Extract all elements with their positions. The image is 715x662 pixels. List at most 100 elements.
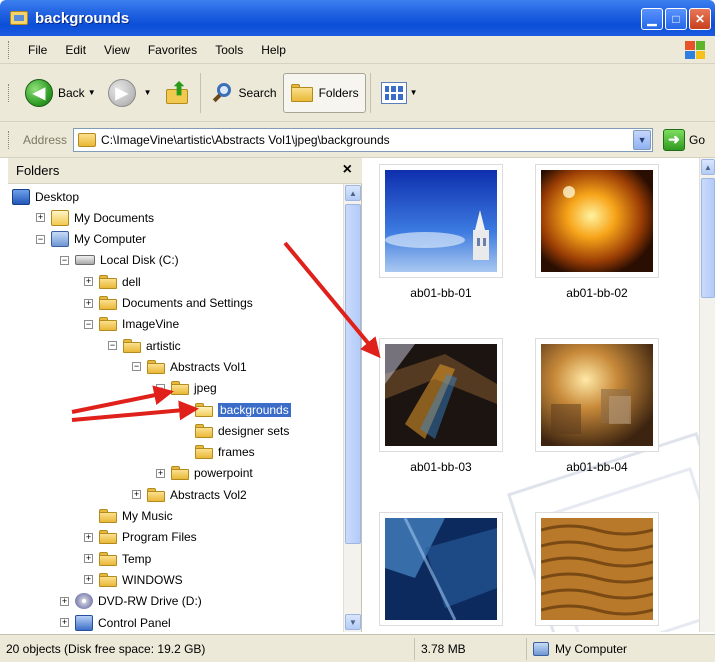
scroll-up-button[interactable]: ▲ bbox=[701, 159, 715, 175]
tree-item-label: artistic bbox=[146, 338, 181, 353]
back-arrow-icon: ◀ bbox=[25, 78, 53, 107]
tree-item-frames[interactable]: frames bbox=[180, 442, 255, 463]
collapse-icon[interactable]: − bbox=[36, 234, 45, 244]
close-button[interactable]: ✕ bbox=[689, 8, 711, 30]
toolbar-grip[interactable] bbox=[8, 40, 11, 59]
tree-item-abstracts-vol1[interactable]: − Abstracts Vol1 bbox=[132, 356, 247, 377]
tree-item-label: My Computer bbox=[74, 232, 147, 247]
blue-panels-image bbox=[385, 518, 497, 620]
tree-item-my-music[interactable]: My Music bbox=[84, 506, 173, 527]
expand-icon[interactable]: + bbox=[132, 490, 141, 500]
tree-item-documents-and-settings[interactable]: + Documents and Settings bbox=[84, 293, 253, 314]
expand-icon[interactable]: + bbox=[84, 554, 93, 564]
tree-item-local-disk-c[interactable]: − Local Disk (C:) bbox=[60, 250, 179, 271]
up-button[interactable]: ⬆ bbox=[158, 73, 196, 113]
dvd-drive-icon bbox=[75, 593, 93, 610]
scroll-thumb[interactable] bbox=[701, 178, 715, 298]
tree-item-label: powerpoint bbox=[194, 466, 253, 481]
toolbar-grip[interactable] bbox=[8, 130, 11, 149]
close-pane-button[interactable]: × bbox=[343, 161, 352, 179]
folders-icon bbox=[290, 83, 314, 103]
title-bar[interactable]: backgrounds ▁ □ ✕ bbox=[0, 0, 715, 36]
expand-icon[interactable]: + bbox=[60, 596, 69, 606]
thumbnail-label[interactable]: ab01-bb-01 bbox=[379, 286, 503, 300]
thumbnail-label[interactable]: ab01-bb-04 bbox=[535, 460, 659, 474]
address-field[interactable]: C:\ImageVine\artistic\Abstracts Vol1\jpe… bbox=[73, 127, 654, 152]
thumbnail-label[interactable]: ab01-bb-02 bbox=[535, 286, 659, 300]
tree-item-my-documents[interactable]: + My Documents bbox=[36, 207, 154, 228]
scroll-thumb[interactable] bbox=[345, 204, 361, 544]
thumbnail-ab01-bb-02[interactable] bbox=[535, 164, 659, 278]
thumbnail-label[interactable]: ab01-bb-03 bbox=[379, 460, 503, 474]
tree-item-dell[interactable]: + dell bbox=[84, 271, 141, 292]
collapse-icon[interactable]: − bbox=[156, 383, 165, 393]
tree-item-imagevine[interactable]: − ImageVine bbox=[84, 314, 179, 335]
forward-dropdown-icon[interactable]: ▼ bbox=[144, 88, 152, 97]
address-dropdown-button[interactable]: ▼ bbox=[633, 129, 652, 150]
thumbnail-ab01-bb-01[interactable] bbox=[379, 164, 503, 278]
back-button[interactable]: ◀ Back ▼ bbox=[19, 73, 102, 113]
tree-item-label: jpeg bbox=[194, 381, 217, 396]
folder-icon bbox=[99, 317, 117, 332]
menu-tools[interactable]: Tools bbox=[206, 43, 252, 57]
expand-icon[interactable]: + bbox=[84, 298, 93, 308]
expand-icon[interactable]: + bbox=[156, 468, 165, 478]
scroll-up-button[interactable]: ▲ bbox=[345, 185, 361, 201]
menu-view[interactable]: View bbox=[95, 43, 139, 57]
tree-item-windows[interactable]: + WINDOWS bbox=[84, 569, 183, 590]
thumbnail-ab01-bb-04[interactable] bbox=[535, 338, 659, 452]
folders-button[interactable]: Folders bbox=[282, 72, 366, 113]
folder-tree-scrollbar[interactable]: ▲ ▼ bbox=[343, 184, 361, 632]
expand-icon[interactable]: + bbox=[84, 532, 93, 542]
menu-file[interactable]: File bbox=[19, 43, 56, 57]
collapse-icon[interactable]: − bbox=[108, 341, 117, 351]
tree-item-backgrounds[interactable]: backgrounds bbox=[180, 399, 291, 420]
folder-icon bbox=[99, 274, 117, 289]
folder-icon bbox=[78, 132, 97, 147]
menu-favorites[interactable]: Favorites bbox=[139, 43, 206, 57]
tree-item-designer-sets[interactable]: designer sets bbox=[180, 420, 289, 441]
tree-item-desktop[interactable]: Desktop bbox=[12, 186, 79, 207]
tree-item-temp[interactable]: + Temp bbox=[84, 548, 151, 569]
tree-item-my-computer[interactable]: − My Computer bbox=[36, 229, 146, 250]
thumbnail-ab01-bb-03[interactable] bbox=[379, 338, 503, 452]
expand-icon[interactable]: + bbox=[84, 277, 93, 287]
collapse-icon[interactable]: − bbox=[84, 319, 93, 329]
tree-item-dvd-rw-drive-d[interactable]: + DVD-RW Drive (D:) bbox=[60, 591, 202, 612]
maximize-button[interactable]: □ bbox=[665, 8, 687, 30]
thumbnail-blue-panels[interactable] bbox=[379, 512, 503, 626]
toolbar-grip[interactable] bbox=[8, 83, 11, 102]
expand-icon[interactable]: + bbox=[60, 618, 69, 627]
menu-help[interactable]: Help bbox=[252, 43, 295, 57]
minimize-button[interactable]: ▁ bbox=[641, 8, 663, 30]
back-dropdown-icon[interactable]: ▼ bbox=[88, 88, 96, 97]
tree-item-artistic[interactable]: − artistic bbox=[108, 335, 181, 356]
folder-icon bbox=[171, 381, 189, 396]
go-button[interactable]: ➜ Go bbox=[663, 128, 705, 151]
tree-item-control-panel[interactable]: + Control Panel bbox=[60, 612, 171, 632]
folders-label: Folders bbox=[318, 85, 359, 100]
views-button[interactable]: ▼ bbox=[375, 73, 424, 113]
expand-icon[interactable]: + bbox=[84, 575, 93, 585]
collapse-icon[interactable]: − bbox=[60, 255, 69, 265]
tree-item-jpeg[interactable]: − jpeg bbox=[156, 378, 217, 399]
back-label: Back bbox=[58, 85, 85, 100]
tree-item-program-files[interactable]: + Program Files bbox=[84, 527, 197, 548]
tree-item-label: WINDOWS bbox=[122, 572, 183, 587]
folder-icon bbox=[147, 359, 165, 374]
views-dropdown-icon[interactable]: ▼ bbox=[410, 88, 418, 97]
menu-edit[interactable]: Edit bbox=[56, 43, 95, 57]
address-path[interactable]: C:\ImageVine\artistic\Abstracts Vol1\jpe… bbox=[101, 133, 390, 147]
scroll-down-button[interactable]: ▼ bbox=[345, 614, 361, 630]
expand-icon[interactable]: + bbox=[36, 213, 45, 223]
forward-button[interactable]: ▶ ▼ bbox=[102, 73, 158, 113]
search-button[interactable]: Search bbox=[205, 73, 283, 113]
collapse-icon[interactable]: − bbox=[132, 362, 141, 372]
thumbnail-scrollbar[interactable]: ▲ bbox=[699, 158, 715, 632]
tree-item-label: Documents and Settings bbox=[122, 296, 253, 310]
tree-item-abstracts-vol2[interactable]: + Abstracts Vol2 bbox=[132, 484, 247, 505]
my-computer-icon bbox=[533, 641, 549, 656]
thumbnail-sand-dunes[interactable] bbox=[535, 512, 659, 626]
tree-item-powerpoint[interactable]: + powerpoint bbox=[156, 463, 253, 484]
